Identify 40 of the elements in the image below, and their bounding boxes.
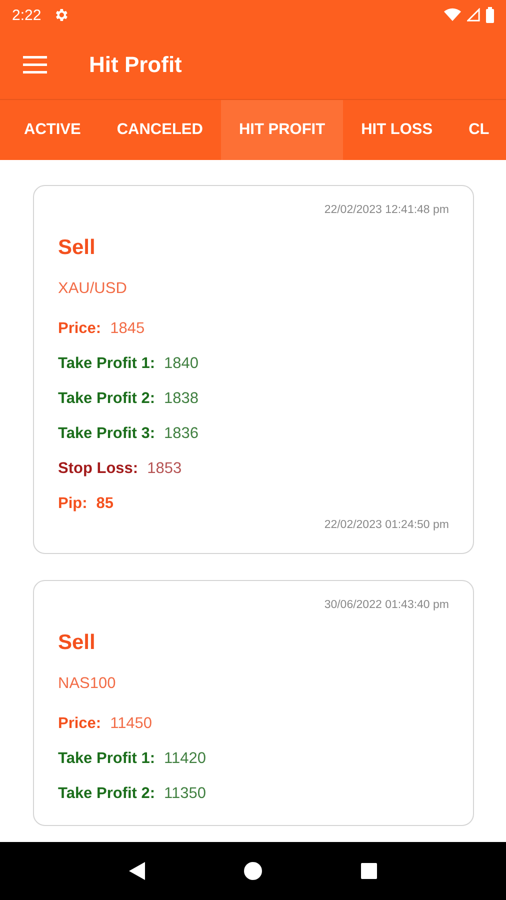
field-value: 1836 — [164, 425, 199, 443]
field-label: Take Profit 2: — [58, 390, 156, 408]
field-label: Take Profit 2: — [58, 785, 156, 803]
signal-icon — [467, 8, 480, 22]
closed-time: 22/02/2023 01:24:50 pm — [324, 519, 449, 531]
gear-icon — [53, 7, 70, 23]
home-icon[interactable] — [244, 862, 262, 880]
field-label: Take Profit 1: — [58, 355, 156, 373]
field-value: 11420 — [164, 750, 206, 768]
trade-action: Sell — [58, 236, 96, 260]
opened-time: 30/06/2022 01:43:40 pm — [324, 599, 449, 611]
tab[interactable]: ACTIVE — [0, 100, 99, 160]
field-label: Price: — [58, 715, 102, 733]
opened-time: 22/02/2023 12:41:48 pm — [324, 204, 449, 216]
wifi-icon — [444, 8, 461, 22]
tab[interactable]: CANCELED — [98, 100, 221, 160]
symbol: XAU/USD — [58, 280, 127, 298]
field-value: 1845 — [110, 320, 145, 338]
field-label: Take Profit 1: — [58, 750, 156, 768]
field-label: Stop Loss: — [58, 460, 138, 478]
field-value: 85 — [96, 495, 114, 513]
field-value: 11450 — [110, 715, 152, 733]
field-label: Price: — [58, 320, 102, 338]
trade-action: Sell — [58, 631, 96, 655]
recents-icon[interactable] — [360, 863, 377, 879]
battery-icon — [486, 7, 494, 23]
back-icon[interactable] — [129, 862, 146, 880]
field-value: 1840 — [164, 355, 199, 373]
field-label: Pip: — [58, 495, 88, 513]
tab[interactable]: CL — [450, 100, 506, 160]
tab[interactable]: HIT LOSS — [343, 100, 451, 160]
field-label: Take Profit 3: — [58, 425, 156, 443]
tab[interactable]: HIT PROFIT — [220, 100, 344, 160]
menu-icon[interactable] — [23, 56, 47, 74]
status-time: 2:22 — [12, 6, 42, 24]
field-value: 11350 — [164, 785, 206, 803]
symbol: NAS100 — [58, 675, 116, 693]
screen-title: Hit Profit — [89, 52, 182, 78]
field-value: 1853 — [147, 460, 182, 478]
field-value: 1838 — [164, 390, 199, 408]
